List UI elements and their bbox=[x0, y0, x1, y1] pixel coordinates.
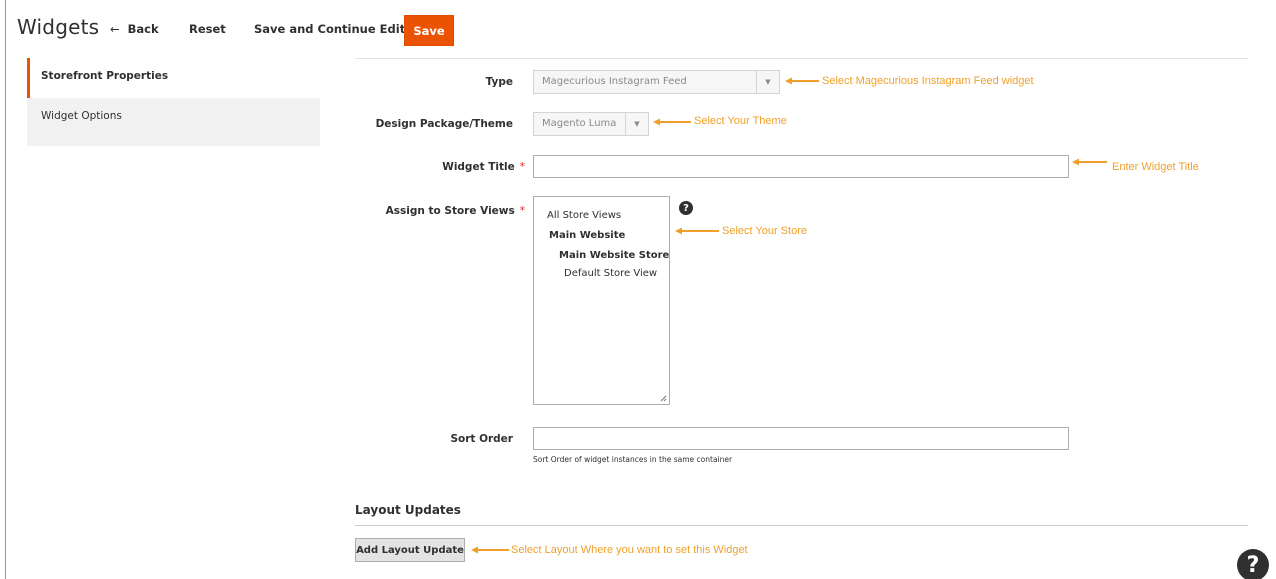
form-top-divider bbox=[355, 58, 1248, 59]
required-asterisk: * bbox=[519, 161, 525, 173]
widget-title-input[interactable] bbox=[533, 155, 1069, 178]
store-views-label: Assign to Store Views * bbox=[386, 205, 525, 217]
annotation-layout-note: Select Layout Where you want to set this… bbox=[511, 544, 748, 556]
sort-order-note: Sort Order of widget instances in the sa… bbox=[533, 455, 733, 464]
annotation-title-note: Enter Widget Title bbox=[1112, 161, 1199, 173]
sort-order-label: Sort Order bbox=[450, 433, 513, 445]
question-circle-icon[interactable]: ? bbox=[1237, 549, 1269, 579]
theme-select[interactable]: Magento Luma ▼ bbox=[533, 112, 649, 136]
sort-order-input[interactable] bbox=[533, 427, 1069, 450]
chevron-down-icon: ▼ bbox=[756, 71, 779, 93]
window-left-edge bbox=[0, 0, 6, 579]
annotation-store-note: Select Your Store bbox=[722, 225, 808, 237]
annotation-type-note: Select Magecurious Instagram Feed widget bbox=[822, 75, 1034, 87]
widget-title-label-text: Widget Title bbox=[442, 161, 515, 173]
type-label: Type bbox=[485, 76, 513, 88]
type-select-value: Magecurious Instagram Feed bbox=[542, 76, 687, 87]
store-view-group-main-website: Main Website bbox=[549, 230, 626, 241]
back-arrow-icon: ← bbox=[110, 22, 120, 36]
theme-label: Design Package/Theme bbox=[375, 118, 513, 130]
save-and-continue-button[interactable]: Save and Continue Edit bbox=[254, 22, 405, 36]
annotation-theme-note: Select Your Theme bbox=[694, 115, 787, 127]
store-views-multiselect[interactable]: All Store Views Main Website Main Websit… bbox=[533, 196, 670, 405]
store-views-label-text: Assign to Store Views bbox=[385, 205, 515, 217]
annotation-arrow-icon bbox=[675, 227, 719, 235]
required-asterisk: * bbox=[519, 205, 525, 217]
back-button[interactable]: ← Back bbox=[110, 22, 159, 36]
page-header: Widgets ← Back Reset Save and Continue Ed… bbox=[0, 0, 1276, 58]
annotation-arrow-icon bbox=[471, 546, 509, 554]
annotation-arrow-icon bbox=[1072, 158, 1107, 166]
widget-tabs: Storefront Properties Widget Options bbox=[27, 58, 320, 146]
save-button[interactable]: Save bbox=[404, 15, 454, 46]
chevron-down-icon: ▼ bbox=[625, 113, 648, 135]
widget-title-label: Widget Title * bbox=[442, 161, 525, 173]
annotation-arrow-icon bbox=[785, 77, 819, 85]
theme-select-value: Magento Luma bbox=[542, 118, 617, 129]
annotation-arrow-icon bbox=[653, 118, 691, 126]
layout-updates-divider bbox=[355, 525, 1248, 526]
tab-widget-options[interactable]: Widget Options bbox=[27, 98, 320, 146]
store-view-option-default[interactable]: Default Store View bbox=[534, 266, 669, 282]
layout-updates-title: Layout Updates bbox=[355, 503, 461, 517]
store-view-option-all[interactable]: All Store Views bbox=[534, 206, 669, 226]
back-button-label: Back bbox=[127, 22, 159, 36]
type-select[interactable]: Magecurious Instagram Feed ▼ bbox=[533, 70, 780, 94]
resize-grip-icon[interactable] bbox=[660, 395, 667, 402]
page-title: Widgets bbox=[17, 15, 100, 39]
store-view-group-main-website-store: Main Website Store bbox=[559, 250, 670, 261]
add-layout-update-button[interactable]: Add Layout Update bbox=[355, 538, 465, 562]
question-circle-icon[interactable]: ? bbox=[679, 201, 693, 215]
tab-storefront-properties[interactable]: Storefront Properties bbox=[27, 58, 320, 98]
reset-button[interactable]: Reset bbox=[189, 22, 226, 36]
